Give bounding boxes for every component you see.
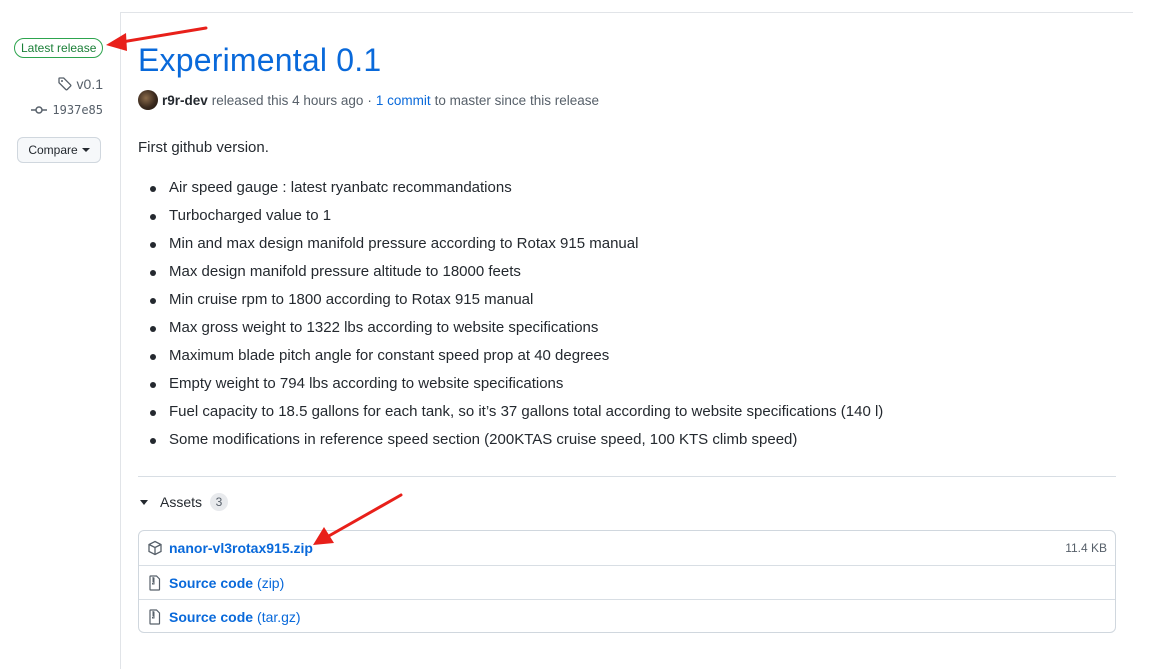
git-commit-icon (31, 106, 48, 114)
tag-icon (57, 77, 71, 91)
list-item: Max gross weight to 1322 lbs according t… (148, 316, 883, 344)
release-title[interactable]: Experimental 0.1 (138, 42, 381, 79)
list-item: Some modifications in reference speed se… (148, 428, 883, 456)
release-commit[interactable]: 1937e85 (31, 102, 103, 118)
release-tag[interactable]: v0.1 (57, 76, 103, 92)
list-item: Fuel capacity to 18.5 gallons for each t… (148, 400, 883, 428)
commit-hash: 1937e85 (52, 103, 103, 117)
commits-link[interactable]: 1 commit (376, 93, 431, 108)
compare-label: Compare (28, 143, 78, 157)
list-item: Empty weight to 794 lbs according to web… (148, 372, 883, 400)
package-icon (148, 540, 162, 556)
assets-label: Assets (160, 494, 203, 510)
triangle-down-icon (140, 499, 148, 505)
source-code-zip-link[interactable]: Source code (169, 575, 253, 591)
asset-size: 11.4 KB (1065, 541, 1107, 555)
asset-format[interactable]: (tar.gz) (257, 609, 301, 625)
caret-down-icon (81, 148, 90, 152)
byline-separator: · (367, 92, 372, 108)
assets-list: nanor-vl3rotax915.zip 11.4 KB Source cod… (138, 530, 1116, 633)
list-item: Air speed gauge : latest ryanbatc recomm… (148, 176, 883, 204)
list-item: Maximum blade pitch angle for constant s… (148, 344, 883, 372)
source-code-targz-link[interactable]: Source code (169, 609, 253, 625)
list-item: Turbocharged value to 1 (148, 204, 883, 232)
list-item: Min and max design manifold pressure acc… (148, 232, 883, 260)
asset-download-link[interactable]: nanor-vl3rotax915.zip (169, 540, 313, 556)
asset-row: nanor-vl3rotax915.zip 11.4 KB (139, 531, 1115, 565)
asset-row: Source code (zip) (139, 565, 1115, 599)
list-item: Min cruise rpm to 1800 according to Rota… (148, 288, 883, 316)
file-zip-icon (149, 574, 161, 591)
compare-button[interactable]: Compare (17, 137, 101, 163)
assets-count-badge: 3 (210, 493, 229, 511)
release-changes-list: Air speed gauge : latest ryanbatc recomm… (148, 176, 883, 456)
tag-label: v0.1 (76, 76, 103, 92)
author-link[interactable]: r9r-dev (162, 93, 208, 108)
asset-row: Source code (tar.gz) (139, 599, 1115, 633)
content-divider (138, 476, 1116, 477)
release-byline: r9r-dev released this 4 hours ago · 1 co… (138, 90, 599, 110)
sidebar-divider (120, 12, 121, 669)
assets-toggle[interactable]: Assets 3 (140, 493, 229, 511)
latest-release-badge: Latest release (14, 38, 104, 58)
list-item: Max design manifold pressure altitude to… (148, 260, 883, 288)
top-divider (120, 12, 1133, 13)
release-intro: First github version. (138, 139, 269, 156)
avatar[interactable] (138, 90, 158, 110)
asset-format[interactable]: (zip) (257, 575, 284, 591)
file-zip-icon (149, 608, 161, 625)
released-text: released this 4 hours ago (211, 92, 364, 108)
commits-suffix: to master since this release (434, 92, 599, 108)
